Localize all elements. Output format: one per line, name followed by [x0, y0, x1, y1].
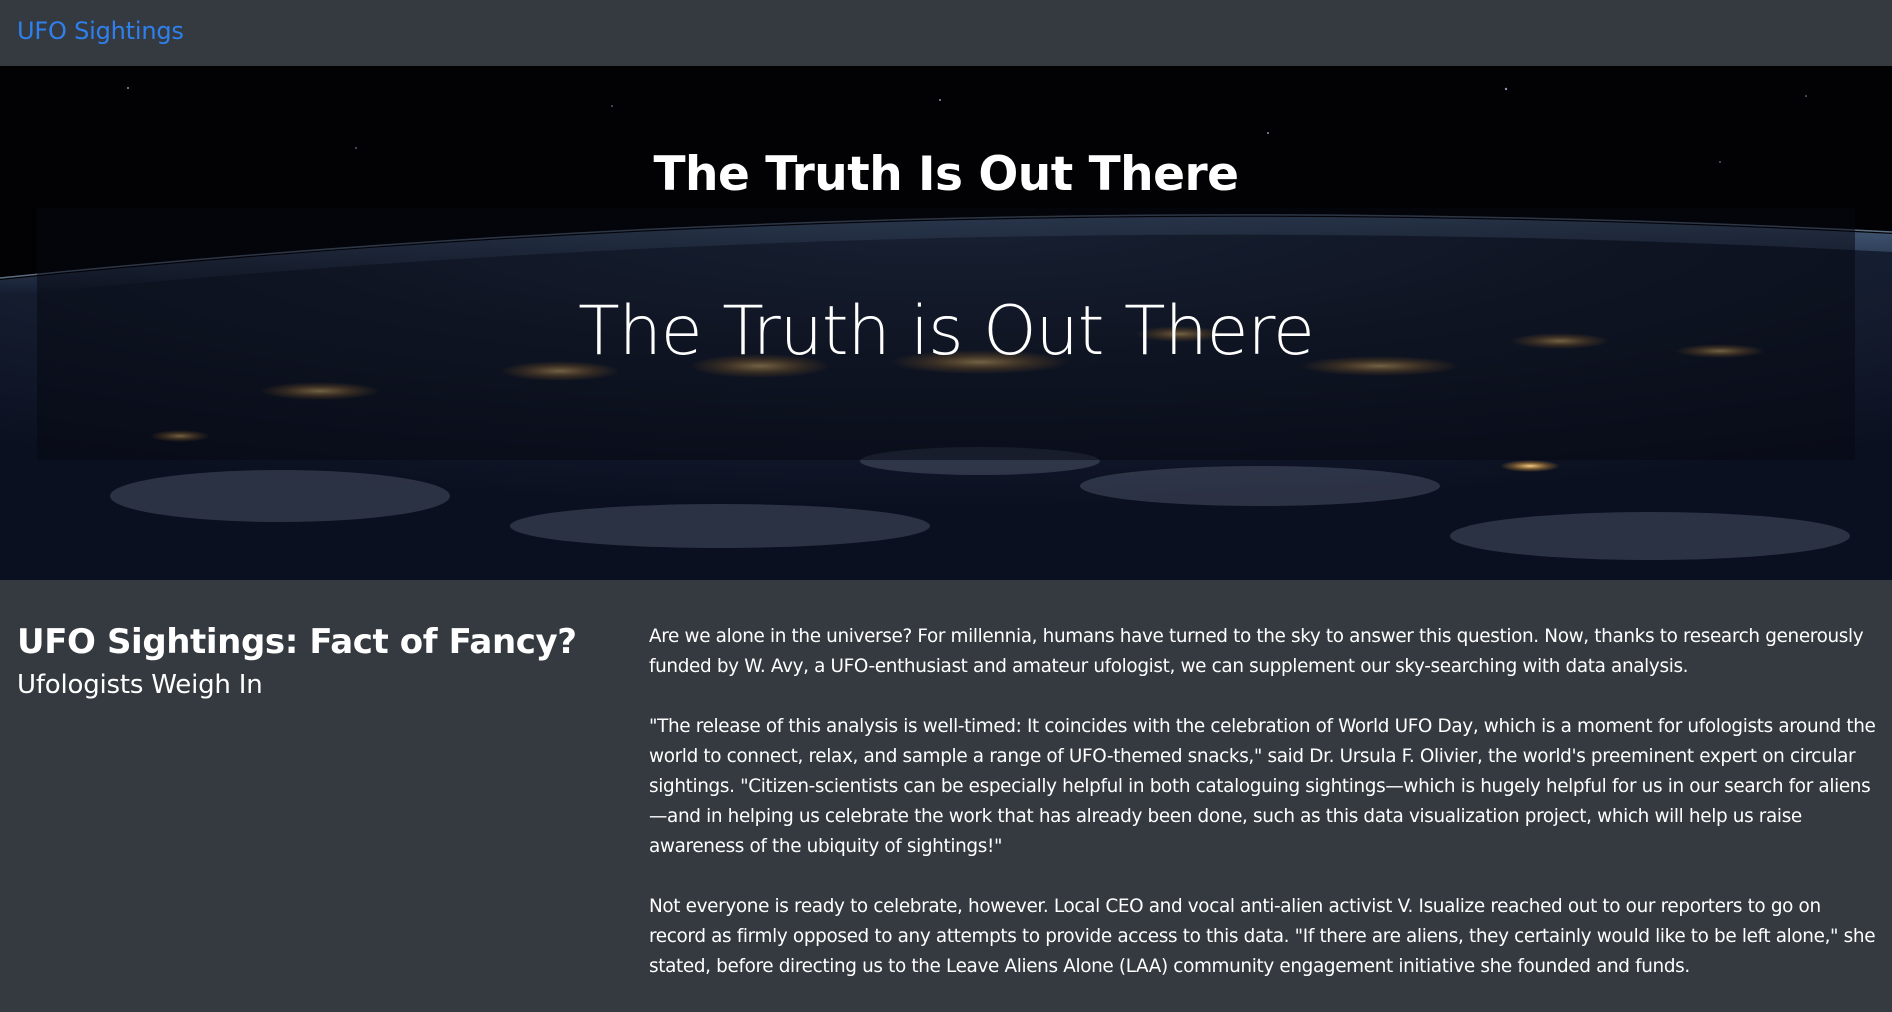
- article-body: Are we alone in the universe? For millen…: [649, 622, 1879, 1012]
- navbar: UFO Sightings: [0, 0, 1892, 66]
- article-paragraph: "The release of this analysis is well-ti…: [649, 716, 1876, 857]
- jumbotron: The Truth is Out There: [37, 208, 1855, 460]
- article-paragraph: Not everyone is ready to celebrate, howe…: [649, 896, 1876, 977]
- hero-heading: The Truth Is Out There: [653, 147, 1239, 202]
- navbar-brand-link[interactable]: UFO Sightings: [17, 17, 184, 45]
- jumbotron-heading: The Truth is Out There: [578, 292, 1315, 371]
- article-subtitle: Ufologists Weigh In: [17, 670, 263, 700]
- article-paragraph: Are we alone in the universe? For millen…: [649, 626, 1864, 677]
- hero-banner: The Truth Is Out There The Truth is Out …: [0, 66, 1892, 580]
- article-section: UFO Sightings: Fact of Fancy? Ufologists…: [0, 580, 1892, 981]
- article-title: UFO Sightings: Fact of Fancy?: [17, 622, 577, 662]
- article-header: UFO Sightings: Fact of Fancy? Ufologists…: [17, 622, 617, 700]
